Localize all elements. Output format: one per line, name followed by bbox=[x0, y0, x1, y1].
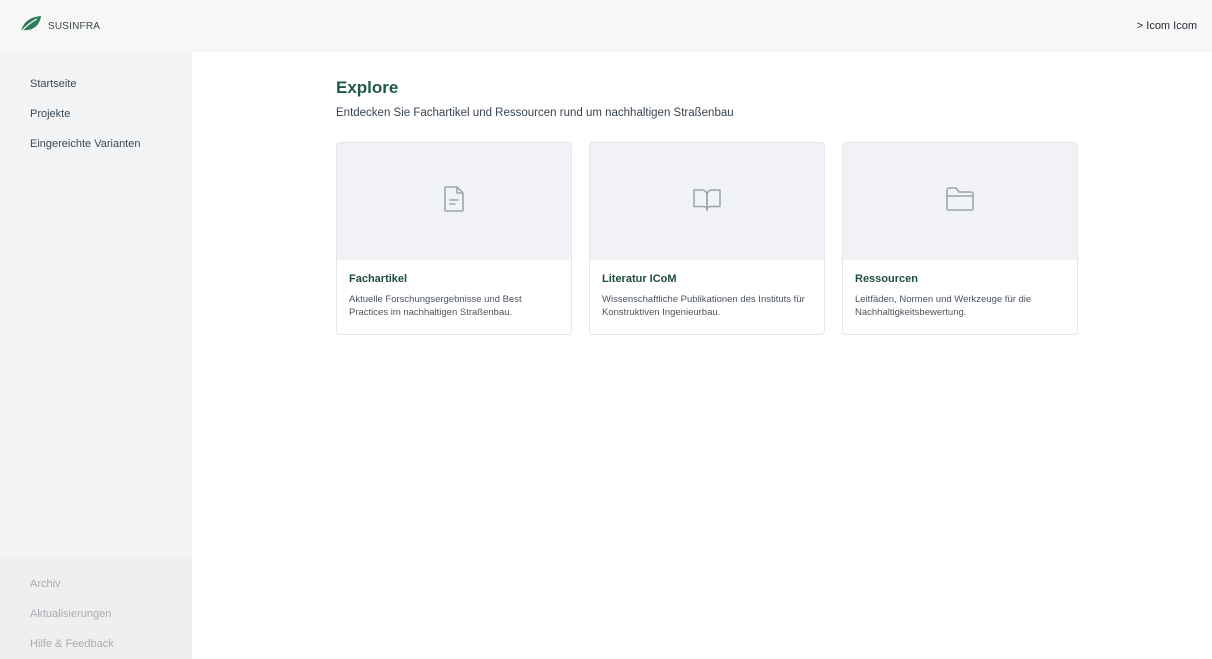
page-subtitle: Entdecken Sie Fachartikel und Ressourcen… bbox=[336, 107, 734, 119]
card-media bbox=[337, 143, 571, 260]
card-description: Aktuelle Forschungsergebnisse und Best P… bbox=[349, 294, 522, 318]
card-body: Ressourcen Leitfäden, Normen und Werkzeu… bbox=[843, 260, 1077, 319]
folder-icon bbox=[944, 186, 976, 217]
card-media bbox=[843, 143, 1077, 260]
top-bar: SUSINFRA > Icom Icom bbox=[0, 0, 1212, 52]
brand-name: SUSINFRA bbox=[48, 20, 101, 32]
sidebar-item-aktualisierungen[interactable]: Aktualisierungen bbox=[0, 607, 192, 637]
main-content: Explore Entdecken Sie Fachartikel und Re… bbox=[336, 77, 1096, 335]
user-menu-link[interactable]: > Icom Icom bbox=[1137, 20, 1197, 32]
card-title: Literatur ICoM bbox=[602, 273, 677, 285]
sidebar-footer-nav: Archiv Aktualisierungen Hilfe & Feedback bbox=[0, 557, 192, 659]
card-title: Ressourcen bbox=[855, 273, 918, 285]
book-icon bbox=[692, 186, 722, 217]
document-icon bbox=[442, 185, 466, 218]
card-media bbox=[590, 143, 824, 260]
sidebar-nav: Startseite Projekte Eingereichte Variant… bbox=[0, 52, 192, 167]
sidebar-item-hilfe-feedback[interactable]: Hilfe & Feedback bbox=[0, 637, 192, 659]
card-title: Fachartikel bbox=[349, 273, 408, 285]
page-title: Explore bbox=[336, 78, 399, 97]
sidebar: Startseite Projekte Eingereichte Variant… bbox=[0, 52, 192, 659]
card-ressourcen[interactable]: Ressourcen Leitfäden, Normen und Werkzeu… bbox=[842, 142, 1078, 335]
explore-cards: Fachartikel Aktuelle Forschungsergebniss… bbox=[336, 142, 1096, 335]
card-description: Leitfäden, Normen und Werkzeuge für die … bbox=[855, 294, 1032, 318]
card-body: Fachartikel Aktuelle Forschungsergebniss… bbox=[337, 260, 571, 319]
card-description: Wissenschaftliche Publikationen des Inst… bbox=[602, 294, 805, 318]
card-body: Literatur ICoM Wissenschaftliche Publika… bbox=[590, 260, 824, 319]
sidebar-item-startseite[interactable]: Startseite bbox=[0, 77, 192, 107]
sidebar-item-archiv[interactable]: Archiv bbox=[0, 577, 192, 607]
sidebar-item-projekte[interactable]: Projekte bbox=[0, 107, 192, 137]
sidebar-item-eingereichte-varianten[interactable]: Eingereichte Varianten bbox=[0, 137, 192, 167]
brand-logo-link[interactable]: SUSINFRA bbox=[20, 15, 100, 38]
card-fachartikel[interactable]: Fachartikel Aktuelle Forschungsergebniss… bbox=[336, 142, 572, 335]
leaf-logo-icon bbox=[20, 15, 42, 38]
card-literatur-icom[interactable]: Literatur ICoM Wissenschaftliche Publika… bbox=[589, 142, 825, 335]
app-window: SUSINFRA > Icom Icom Startseite Projekte… bbox=[0, 0, 1212, 659]
